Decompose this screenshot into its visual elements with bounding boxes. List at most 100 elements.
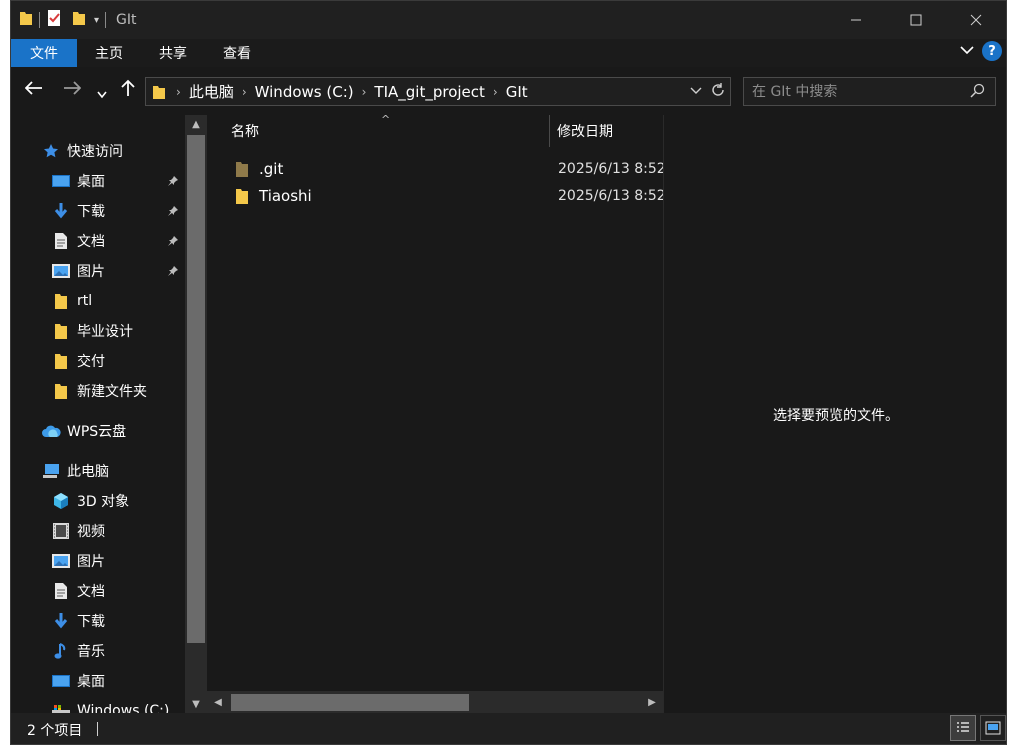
back-button[interactable]	[24, 79, 43, 100]
explorer-window: ▾ GIt 文件 主页 共享 查看 ? › 此电脑 › Windows (C:)…	[10, 0, 1007, 745]
details-view-button[interactable]	[950, 715, 976, 741]
folder-icon	[235, 160, 249, 182]
scroll-right-arrow[interactable]: ▶	[643, 691, 661, 713]
breadcrumb-this-pc[interactable]: 此电脑	[189, 81, 234, 102]
forward-button[interactable]	[63, 79, 82, 100]
nav-item-folder-new[interactable]: 新建文件夹	[51, 377, 147, 405]
scroll-up-arrow[interactable]: ▲	[185, 115, 207, 133]
nav-label: 交付	[77, 354, 105, 370]
tab-share[interactable]: 共享	[141, 39, 205, 67]
nav-label: 图片	[77, 554, 105, 570]
nav-label: 文档	[77, 584, 105, 600]
up-button[interactable]	[121, 79, 135, 102]
nav-item-desktop-pinned[interactable]: 桌面	[51, 167, 105, 195]
folder-icon	[152, 84, 166, 100]
properties-icon[interactable]	[46, 9, 62, 31]
file-row[interactable]: Tiaoshi 2025/6/13 8:52	[207, 183, 663, 209]
tab-home[interactable]: 主页	[77, 39, 141, 67]
nav-label: 此电脑	[67, 464, 109, 480]
close-button[interactable]	[946, 1, 1006, 39]
nav-quick-access[interactable]: 快速访问	[41, 137, 123, 165]
breadcrumb-tia-git-project[interactable]: TIA_git_project	[374, 83, 484, 101]
preview-message: 选择要预览的文件。	[773, 408, 899, 424]
nav-label: 毕业设计	[77, 324, 133, 340]
pin-icon[interactable]	[167, 175, 179, 190]
scrollbar-thumb[interactable]	[231, 694, 469, 711]
nav-label: WPS云盘	[67, 424, 127, 440]
download-icon	[51, 201, 71, 221]
chevron-right-icon[interactable]: ›	[176, 85, 181, 99]
address-bar-actions	[690, 81, 726, 103]
chevron-right-icon[interactable]: ›	[242, 85, 247, 99]
scroll-down-arrow[interactable]: ▼	[185, 695, 207, 713]
file-row[interactable]: .git 2025/6/13 8:52	[207, 156, 663, 182]
window-title: GIt	[116, 12, 137, 28]
ribbon-right-controls: ?	[960, 41, 1002, 61]
cloud-icon	[41, 421, 61, 441]
search-icon[interactable]	[970, 83, 985, 102]
column-header-name[interactable]: 名称	[231, 115, 259, 147]
nav-item-3d-objects[interactable]: 3D 对象	[51, 487, 129, 515]
chevron-right-icon[interactable]: ›	[493, 85, 498, 99]
status-bar: 2 个项目	[11, 713, 1006, 744]
nav-label: 视频	[77, 524, 105, 540]
pin-icon[interactable]	[167, 235, 179, 250]
file-list: ^ 名称 修改日期 .git 2025/6/13 8:52 Tiaoshi 20…	[207, 115, 663, 713]
pin-icon[interactable]	[167, 205, 179, 220]
nav-item-pictures[interactable]: 图片	[51, 547, 105, 575]
column-header-modified[interactable]: 修改日期	[557, 115, 613, 147]
music-icon	[51, 641, 71, 661]
tab-view[interactable]: 查看	[205, 39, 269, 67]
pin-icon[interactable]	[167, 265, 179, 280]
minimize-button[interactable]	[826, 1, 886, 39]
folder-icon	[19, 10, 33, 30]
nav-item-pictures-pinned[interactable]: 图片	[51, 257, 105, 285]
preview-pane: 选择要预览的文件。	[663, 115, 1006, 713]
computer-icon	[41, 461, 61, 481]
nav-item-folder-graduation[interactable]: 毕业设计	[51, 317, 133, 345]
quick-access-toolbar: ▾	[19, 9, 112, 31]
chevron-right-icon[interactable]: ›	[362, 85, 367, 99]
scroll-left-arrow[interactable]: ◀	[209, 691, 227, 713]
drive-icon	[51, 701, 71, 713]
nav-wps-cloud[interactable]: WPS云盘	[41, 417, 126, 445]
window-controls	[826, 1, 1006, 39]
column-divider[interactable]	[549, 115, 550, 147]
large-icons-view-button[interactable]	[980, 715, 1006, 741]
nav-scrollbar[interactable]: ▲ ▼	[185, 115, 207, 713]
expand-ribbon-icon[interactable]	[960, 43, 974, 59]
title-bar: ▾ GIt	[11, 1, 1006, 39]
customize-toolbar-icon[interactable]: ▾	[94, 15, 99, 26]
nav-item-folder-rtl[interactable]: rtl	[51, 287, 92, 315]
search-input[interactable]	[752, 81, 962, 102]
new-folder-icon[interactable]	[72, 10, 86, 30]
search-box[interactable]	[743, 77, 996, 106]
maximize-button[interactable]	[886, 1, 946, 39]
file-name: .git	[259, 160, 284, 178]
recent-locations-button[interactable]	[97, 83, 107, 104]
nav-this-pc[interactable]: 此电脑	[41, 457, 109, 485]
nav-item-videos[interactable]: 视频	[51, 517, 105, 545]
nav-item-documents[interactable]: 文档	[51, 577, 105, 605]
nav-label: 3D 对象	[77, 494, 130, 510]
nav-item-music[interactable]: 音乐	[51, 637, 105, 665]
nav-item-folder-delivery[interactable]: 交付	[51, 347, 105, 375]
file-name: Tiaoshi	[259, 187, 312, 205]
star-icon	[41, 141, 61, 161]
refresh-icon[interactable]	[710, 81, 726, 103]
nav-item-drive-c[interactable]: Windows (C:)	[51, 697, 169, 713]
breadcrumb-drive-c[interactable]: Windows (C:)	[255, 83, 354, 101]
nav-label: 新建文件夹	[77, 384, 147, 400]
nav-item-download-pinned[interactable]: 下载	[51, 197, 105, 225]
scrollbar-thumb[interactable]	[187, 135, 205, 643]
navigation-pane: 快速访问 桌面 下载 文档 图片 rtl 毕业设计 交付 新建文件夹 WPS云盘…	[11, 115, 207, 713]
breadcrumb-git[interactable]: GIt	[506, 83, 528, 101]
tab-file[interactable]: 文件	[11, 39, 77, 67]
nav-item-documents-pinned[interactable]: 文档	[51, 227, 105, 255]
address-bar[interactable]: › 此电脑 › Windows (C:) › TIA_git_project ›…	[145, 77, 731, 106]
chevron-down-icon[interactable]	[690, 81, 702, 103]
help-icon[interactable]: ?	[982, 41, 1002, 61]
file-list-hscrollbar[interactable]: ◀ ▶	[207, 691, 663, 713]
nav-item-downloads[interactable]: 下载	[51, 607, 105, 635]
nav-item-desktop[interactable]: 桌面	[51, 667, 105, 695]
